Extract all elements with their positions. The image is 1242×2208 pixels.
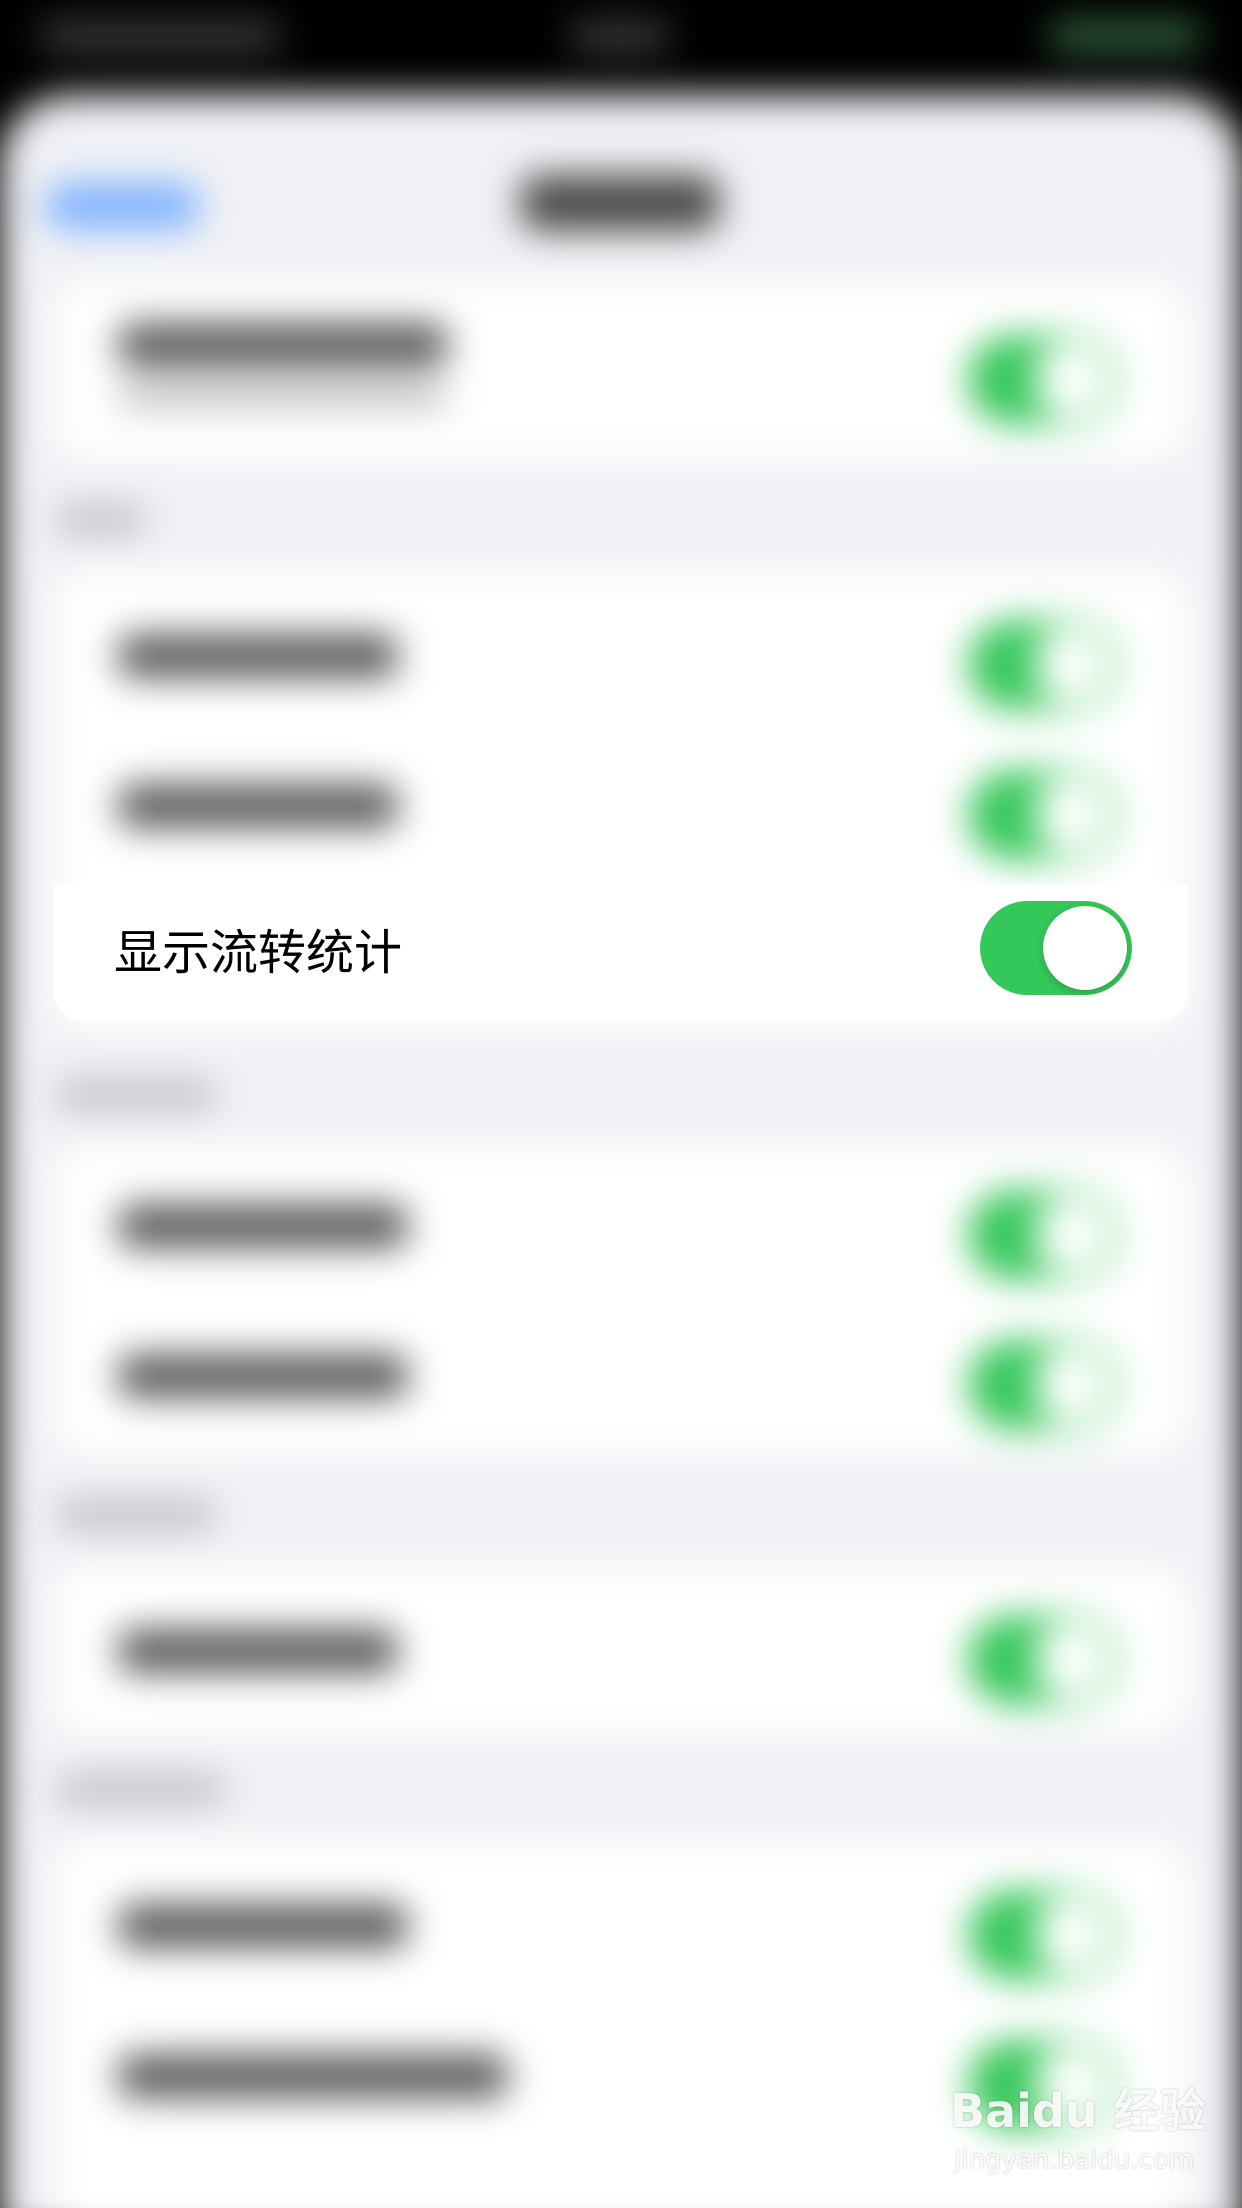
settings-sheet [0,95,1242,2208]
nav-title [520,175,720,231]
back-button[interactable] [45,183,200,229]
baidu-jingyan-watermark: Baidu 经验 jingyan.baidu.com [950,2075,1230,2195]
settings-group [54,280,1188,460]
show-transfer-stats-row[interactable]: 显示流转统计 [54,885,1188,1021]
settings-row[interactable] [54,1300,1188,1450]
watermark-logo: Baidu 经验 [950,2084,1206,2138]
watermark-url: jingyan.baidu.com [954,2145,1194,2175]
settings-row[interactable] [54,1575,1188,1725]
blurred-background [0,0,1242,2208]
show-transfer-stats-label: 显示流转统计 [114,925,403,981]
show-transfer-stats-toggle[interactable] [980,901,1132,995]
toggle-knob [1043,906,1127,990]
settings-row[interactable] [54,1850,1188,2000]
settings-screen: 显示流转统计 Baidu 经验 jingyan.baidu.com [0,0,1242,2208]
settings-group [54,1565,1188,1735]
status-bar [0,0,1242,95]
settings-row[interactable] [54,730,1188,880]
settings-row[interactable] [54,580,1188,730]
settings-row[interactable] [54,295,1188,445]
settings-group [54,1145,1188,1455]
nav-bar [0,95,1242,265]
settings-row[interactable] [54,1150,1188,1300]
